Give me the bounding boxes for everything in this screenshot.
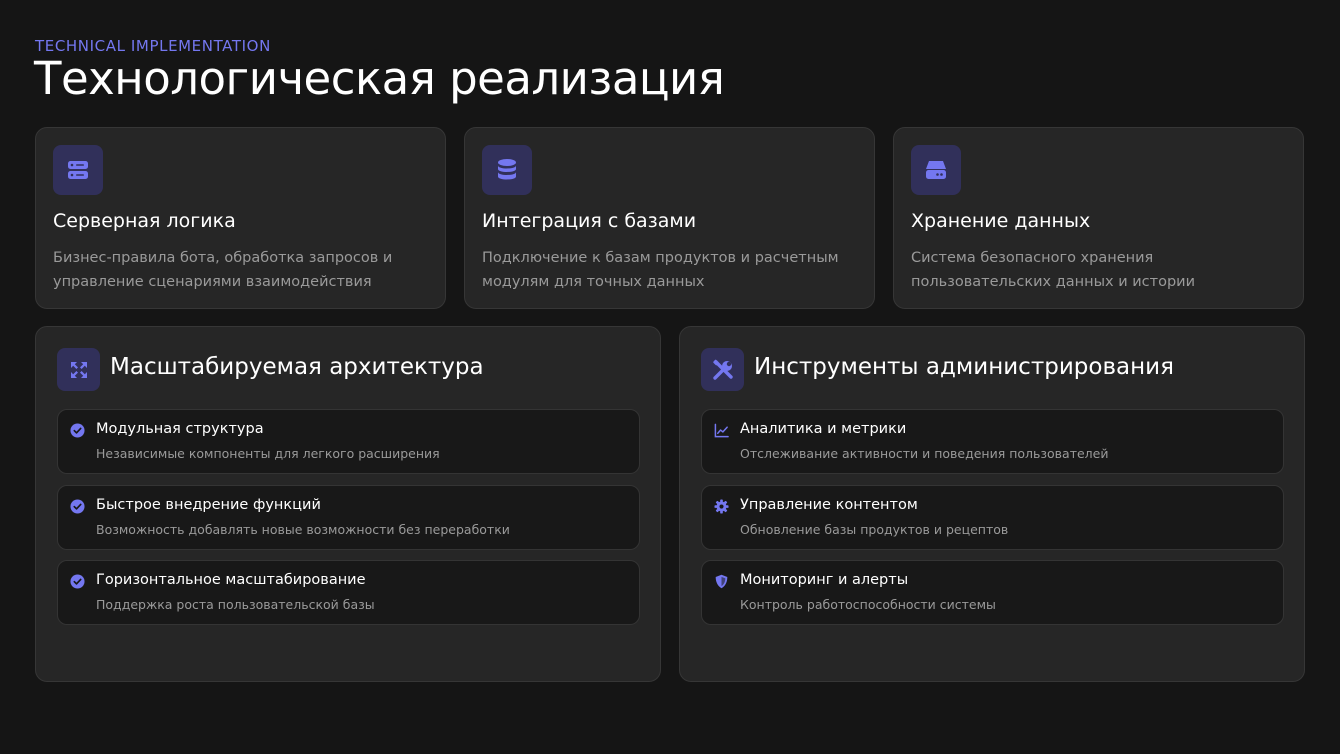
item-title: Мониторинг и алерты [740,572,909,588]
list-item: Управление контентом Обновление базы про… [701,485,1284,550]
card-description: Бизнес-правила бота, обработка запросов … [53,250,393,290]
item-title: Аналитика и метрики [740,421,907,437]
gear-icon [714,499,729,514]
item-description: Возможность добавлять новые возможности … [96,522,510,537]
item-description: Отслеживание активности и поведения поль… [740,446,1109,461]
card-title: Инструменты администрирования [754,354,1174,380]
check-circle-icon [70,423,85,438]
check-circle-icon [70,574,85,589]
list-item: Аналитика и метрики Отслеживание активно… [701,409,1284,474]
check-circle-icon [70,499,85,514]
tools-icon [701,348,744,391]
slide: TECHNICAL IMPLEMENTATION Технологическая… [0,0,1340,754]
item-description: Поддержка роста пользовательской базы [96,597,375,612]
storage-icon [911,145,961,195]
expand-arrows-icon [57,348,100,391]
card-data-storage: Хранение данных Система безопасного хран… [893,127,1304,309]
page-title: Технологическая реализация [34,52,725,105]
line-chart-icon [714,423,729,438]
card-scalable-architecture: Масштабируемая архитектура Модульная стр… [35,326,661,682]
item-description: Независимые компоненты для легкого расши… [96,446,440,461]
item-title: Горизонтальное масштабирование [96,572,366,588]
card-title: Масштабируемая архитектура [110,354,484,380]
item-title: Быстрое внедрение функций [96,497,321,513]
item-title: Управление контентом [740,497,918,513]
list-item: Модульная структура Независимые компонен… [57,409,640,474]
item-title: Модульная структура [96,421,264,437]
item-description: Обновление базы продуктов и рецептов [740,522,1009,537]
list-item: Горизонтальное масштабирование Поддержка… [57,560,640,625]
list-item: Мониторинг и алерты Контроль работоспосо… [701,560,1284,625]
list-item: Быстрое внедрение функций Возможность до… [57,485,640,550]
card-database-integration: Интеграция с базами Подключение к базам … [464,127,875,309]
server-icon [53,145,103,195]
card-title: Интеграция с базами [482,210,697,232]
card-title: Хранение данных [911,210,1091,232]
card-admin-tools: Инструменты администрирования Аналитика … [679,326,1305,682]
card-description: Подключение к базам продуктов и расчетны… [482,250,839,290]
item-description: Контроль работоспособности системы [740,597,996,612]
card-title: Серверная логика [53,210,236,232]
database-icon [482,145,532,195]
shield-icon [715,574,728,589]
card-server-logic: Серверная логика Бизнес-правила бота, об… [35,127,446,309]
card-description: Система безопасного хранения пользовател… [911,250,1196,290]
